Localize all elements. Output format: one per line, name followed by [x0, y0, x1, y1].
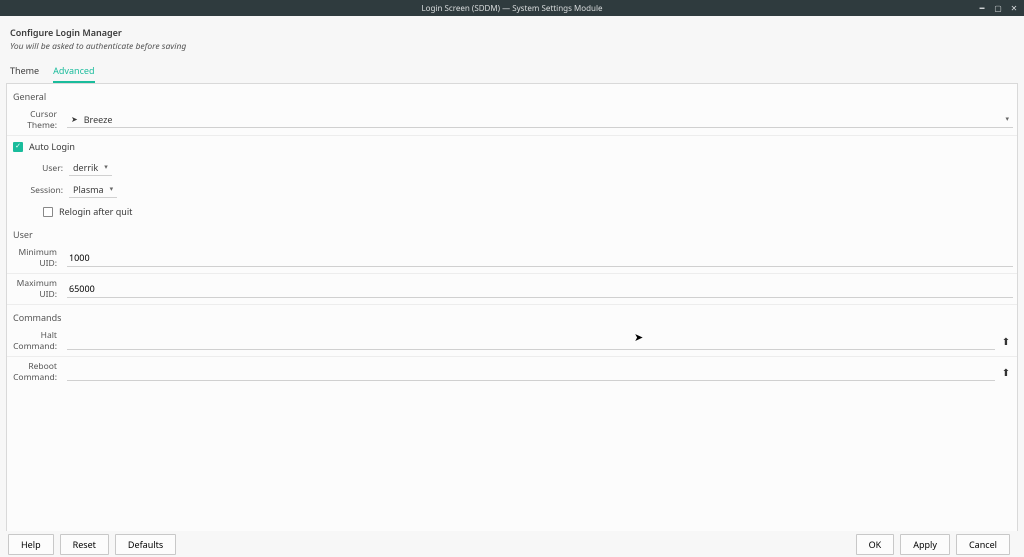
row-reboot-command: Reboot Command: ⬆	[7, 357, 1017, 387]
defaults-button[interactable]: Defaults	[115, 534, 176, 555]
relogin-checkbox[interactable]	[43, 207, 53, 217]
cursor-theme-field: ➤ Breeze ▾	[63, 110, 1017, 130]
reboot-underline	[67, 363, 995, 381]
user-label: User:	[19, 163, 63, 174]
chevron-down-icon: ▾	[110, 185, 114, 194]
row-min-uid: Minimum UID:	[7, 243, 1017, 274]
upload-icon: ⬆	[1002, 365, 1010, 379]
cursor-icon: ➤	[71, 114, 78, 125]
section-general: General	[7, 84, 1017, 105]
halt-input[interactable]	[69, 333, 993, 348]
auto-login-checkbox[interactable]: ✓	[13, 142, 23, 152]
session-select[interactable]: Plasma ▾	[69, 182, 117, 198]
chevron-down-icon: ▾	[104, 163, 108, 172]
section-commands: Commands	[7, 305, 1017, 326]
reboot-input[interactable]	[69, 364, 993, 379]
help-button[interactable]: Help	[8, 534, 54, 555]
row-halt-command: Halt Command: ⬆	[7, 326, 1017, 357]
reset-button[interactable]: Reset	[60, 534, 109, 555]
apply-button[interactable]: Apply	[900, 534, 950, 555]
chevron-down-icon: ▾	[1005, 115, 1009, 124]
maximize-icon[interactable]: ▢	[994, 3, 1002, 14]
window-controls: ━ ▢ ✕	[978, 0, 1018, 16]
minimize-icon[interactable]: ━	[978, 3, 986, 14]
row-user: User: derrik ▾	[7, 157, 1017, 179]
min-uid-underline	[67, 249, 1013, 267]
user-value: derrik	[73, 161, 98, 174]
settings-frame: General Cursor Theme: ➤ Breeze ▾ ✓ Auto …	[6, 83, 1018, 543]
halt-browse-button[interactable]: ⬆	[999, 334, 1013, 348]
tab-theme[interactable]: Theme	[10, 64, 39, 83]
module-header: Configure Login Manager You will be aske…	[0, 16, 1024, 56]
max-uid-label: Maximum UID:	[7, 274, 63, 304]
halt-label: Halt Command:	[7, 326, 63, 356]
reboot-browse-button[interactable]: ⬆	[999, 365, 1013, 379]
halt-underline	[67, 332, 995, 350]
min-uid-field-wrap	[63, 247, 1017, 269]
user-select[interactable]: derrik ▾	[69, 160, 112, 176]
section-user: User	[7, 222, 1017, 243]
max-uid-field-wrap	[63, 278, 1017, 300]
footer: Help Reset Defaults OK Apply Cancel	[0, 531, 1024, 557]
tab-bar: Theme Advanced	[0, 56, 1024, 83]
max-uid-input[interactable]	[69, 281, 1011, 296]
auto-login-row: ✓ Auto Login	[7, 136, 1017, 157]
cancel-button[interactable]: Cancel	[956, 534, 1010, 555]
reboot-label: Reboot Command:	[7, 357, 63, 387]
ok-button[interactable]: OK	[856, 534, 895, 555]
tab-advanced[interactable]: Advanced	[53, 64, 94, 83]
row-max-uid: Maximum UID:	[7, 274, 1017, 305]
halt-field-wrap: ⬆	[63, 330, 1017, 352]
relogin-row: Relogin after quit	[7, 201, 1017, 222]
session-label: Session:	[19, 185, 63, 196]
close-icon[interactable]: ✕	[1010, 3, 1018, 14]
reboot-field-wrap: ⬆	[63, 361, 1017, 383]
row-session: Session: Plasma ▾	[7, 179, 1017, 201]
titlebar: Login Screen (SDDM) — System Settings Mo…	[0, 0, 1024, 16]
cursor-theme-value: Breeze	[84, 113, 113, 126]
row-cursor-theme: Cursor Theme: ➤ Breeze ▾	[7, 105, 1017, 136]
auto-login-label: Auto Login	[29, 140, 75, 153]
relogin-label: Relogin after quit	[59, 205, 132, 218]
page-title: Configure Login Manager	[10, 26, 1014, 39]
max-uid-underline	[67, 280, 1013, 298]
window-title: Login Screen (SDDM) — System Settings Mo…	[421, 3, 602, 14]
cursor-theme-label: Cursor Theme:	[7, 105, 63, 135]
min-uid-input[interactable]	[69, 250, 1011, 265]
page-subtitle: You will be asked to authenticate before…	[10, 41, 1014, 52]
cursor-theme-select[interactable]: ➤ Breeze ▾	[67, 112, 1013, 128]
upload-icon: ⬆	[1002, 334, 1010, 348]
session-value: Plasma	[73, 183, 104, 196]
min-uid-label: Minimum UID:	[7, 243, 63, 273]
